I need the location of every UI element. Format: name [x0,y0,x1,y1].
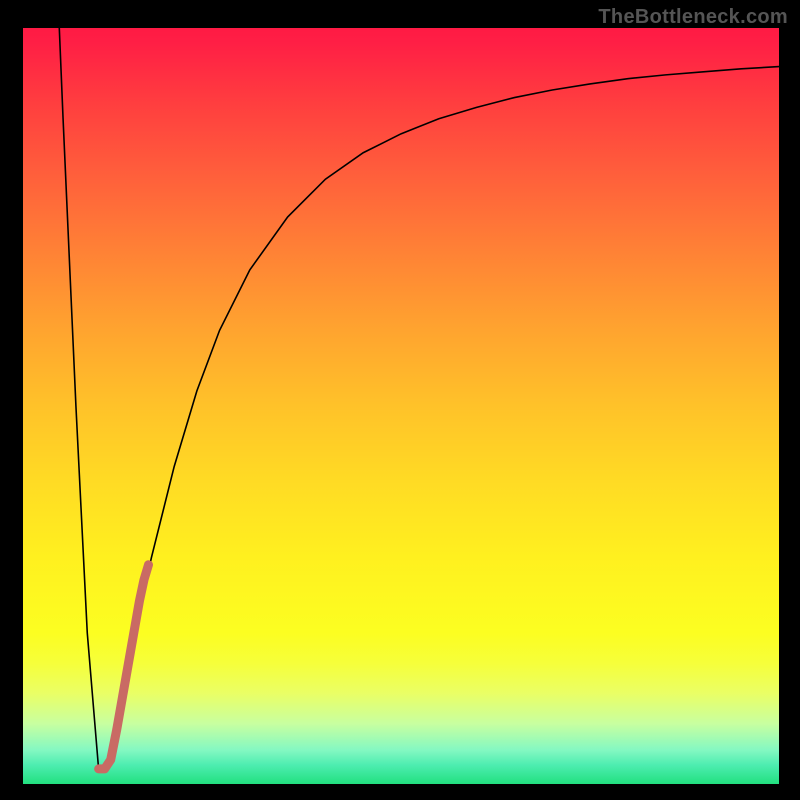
plot-area [23,28,779,784]
highlight-segment-path [99,565,149,769]
bottleneck-curve-path [59,28,779,769]
plot-svg [23,28,779,784]
watermark-text: TheBottleneck.com [598,6,788,29]
app-frame: TheBottleneck.com [0,0,800,800]
